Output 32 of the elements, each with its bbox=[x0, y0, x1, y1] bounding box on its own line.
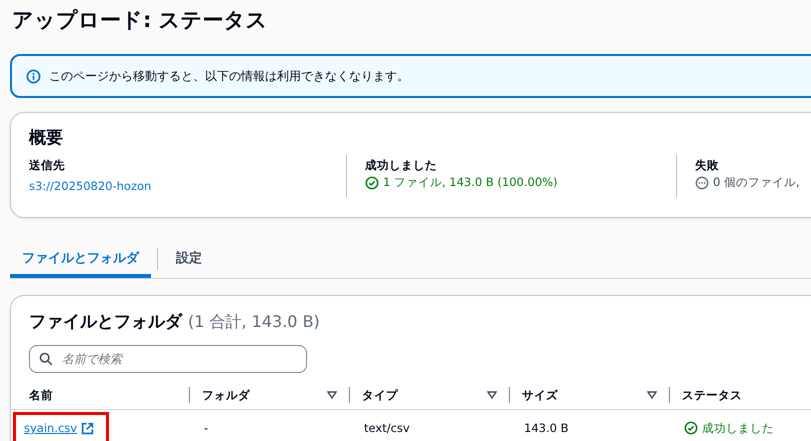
summary-label: 失敗 bbox=[695, 157, 720, 174]
info-icon bbox=[26, 68, 41, 84]
tab[interactable]: ファイルとフォルダ bbox=[10, 240, 151, 278]
file-link[interactable]: syain.csv bbox=[24, 421, 78, 435]
sort-caret-icon[interactable] bbox=[327, 391, 337, 399]
sort-caret-icon[interactable] bbox=[487, 391, 497, 399]
check-circle-icon bbox=[365, 176, 379, 190]
tab[interactable]: 設定 bbox=[164, 240, 214, 278]
column-header[interactable]: タイプ bbox=[362, 388, 487, 402]
table-cell: text/csv bbox=[364, 421, 410, 435]
success-summary: 1 ファイル, 143.0 B (100.00%) bbox=[383, 175, 558, 190]
column-header[interactable]: 名前 bbox=[29, 388, 177, 402]
summary-label: 送信先 bbox=[29, 157, 66, 174]
table-title: ファイルとフォルダ bbox=[29, 311, 182, 333]
summary-label: 成功しました bbox=[365, 157, 438, 174]
failed-summary: 0 個のファイル, bbox=[713, 175, 800, 190]
page-title: アップロード: ステータス bbox=[11, 7, 269, 34]
ellipsis-circle-icon bbox=[695, 176, 709, 190]
status-text: 成功しました bbox=[702, 420, 774, 436]
destination-link[interactable]: s3://20250820-hozon bbox=[29, 179, 152, 193]
alert-message: このページから移動すると、以下の情報は利用できなくなります。 bbox=[49, 68, 409, 84]
table-cell: - bbox=[204, 421, 208, 435]
search-field[interactable]: 名前で検索 bbox=[29, 345, 307, 373]
check-circle-icon bbox=[684, 421, 698, 435]
table-cell: 143.0 B bbox=[524, 421, 568, 435]
summary-title: 概要 bbox=[29, 127, 64, 150]
external-link-icon[interactable] bbox=[81, 422, 94, 434]
column-header[interactable]: ステータス bbox=[682, 388, 785, 402]
column-header[interactable]: フォルダ bbox=[202, 388, 327, 402]
column-header[interactable]: サイズ bbox=[522, 388, 647, 402]
table-count: (1 合計, 143.0 B) bbox=[188, 312, 320, 333]
sort-caret-icon[interactable] bbox=[647, 391, 657, 399]
